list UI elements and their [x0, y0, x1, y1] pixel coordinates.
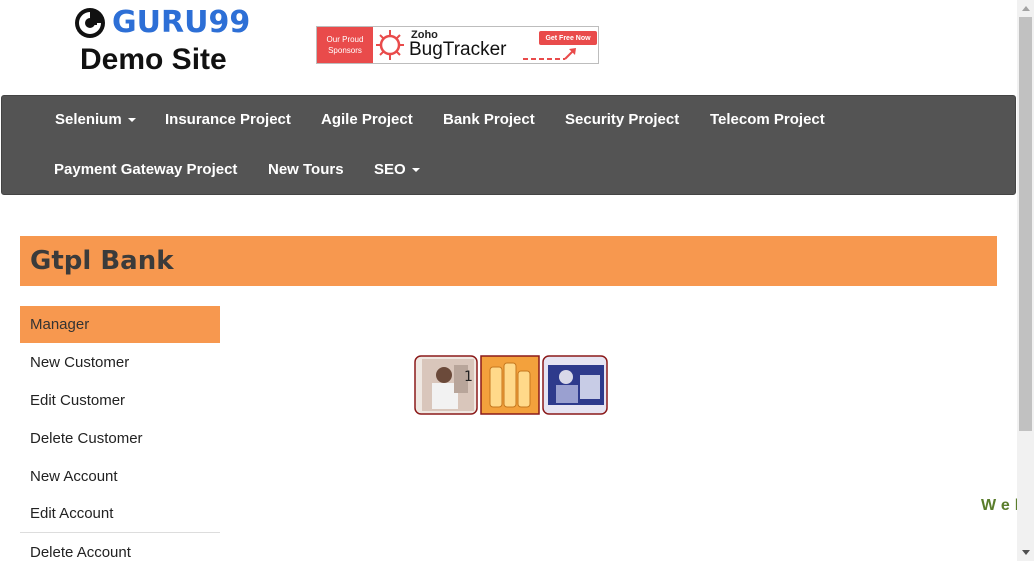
sidebar-item-edit-account[interactable]: Edit Account: [20, 495, 220, 533]
ad-arrow-icon: [523, 48, 576, 60]
svg-text:1: 1: [464, 369, 473, 385]
main-navbar: Selenium Insurance Project Agile Project…: [1, 95, 1016, 195]
bank-title: Gtpl Bank: [30, 246, 174, 276]
banker-phone-photo: 1: [414, 355, 478, 415]
caret-down-icon: [411, 168, 420, 173]
guru99-logo-icon: [75, 7, 105, 38]
nav-payment-gateway-project[interactable]: Payment Gateway Project: [54, 161, 237, 178]
ad-cta-button[interactable]: Get Free Now: [539, 31, 597, 45]
logo-wordmark: GURU99: [112, 5, 251, 40]
scroll-thumb[interactable]: [1019, 17, 1032, 431]
nav-agile-project[interactable]: Agile Project: [321, 111, 413, 128]
sidebar-item-edit-customer[interactable]: Edit Customer: [20, 381, 220, 419]
nav-security-project[interactable]: Security Project: [565, 111, 679, 128]
nav-new-tours[interactable]: New Tours: [268, 161, 344, 178]
nav-selenium-dropdown[interactable]: Selenium: [55, 111, 136, 128]
caret-down-icon: [127, 118, 136, 123]
nav-bank-project[interactable]: Bank Project: [443, 111, 535, 128]
banker-desk-photo: [542, 355, 608, 415]
bank-photo-collage: 1: [414, 355, 608, 417]
sidebar-item-new-account[interactable]: New Account: [20, 457, 220, 495]
nav-insurance-project[interactable]: Insurance Project: [165, 111, 291, 128]
ad-sponsor-label: Our Proud Sponsors: [317, 27, 373, 63]
guru99-logo[interactable]: GURU99 Demo Site: [74, 5, 254, 76]
ad-brand: Zoho BugTracker: [407, 27, 527, 63]
ad-brand-large: BugTracker: [409, 39, 507, 60]
scroll-up-arrow-icon[interactable]: [1017, 0, 1034, 17]
sidebar-item-new-customer[interactable]: New Customer: [20, 343, 220, 381]
nav-telecom-project[interactable]: Telecom Project: [710, 111, 825, 128]
sponsor-ad-banner[interactable]: Our Proud Sponsors Zoho BugTracker Get F…: [316, 26, 599, 64]
sidebar-item-delete-customer[interactable]: Delete Customer: [20, 419, 220, 457]
nav-seo-dropdown[interactable]: SEO: [374, 161, 420, 178]
scroll-down-arrow-icon[interactable]: [1017, 544, 1034, 561]
bank-header-banner: Gtpl Bank: [20, 236, 997, 286]
coin-stacks-photo: [480, 355, 540, 415]
sidebar-menu: Manager New Customer Edit Customer Delet…: [20, 306, 220, 571]
page-scrollbar[interactable]: [1017, 0, 1034, 561]
sidebar-item-delete-account[interactable]: Delete Account: [20, 533, 220, 571]
sidebar-item-manager[interactable]: Manager: [20, 306, 220, 343]
bug-gear-icon: [376, 30, 404, 60]
site-subtitle: Demo Site: [80, 43, 227, 76]
